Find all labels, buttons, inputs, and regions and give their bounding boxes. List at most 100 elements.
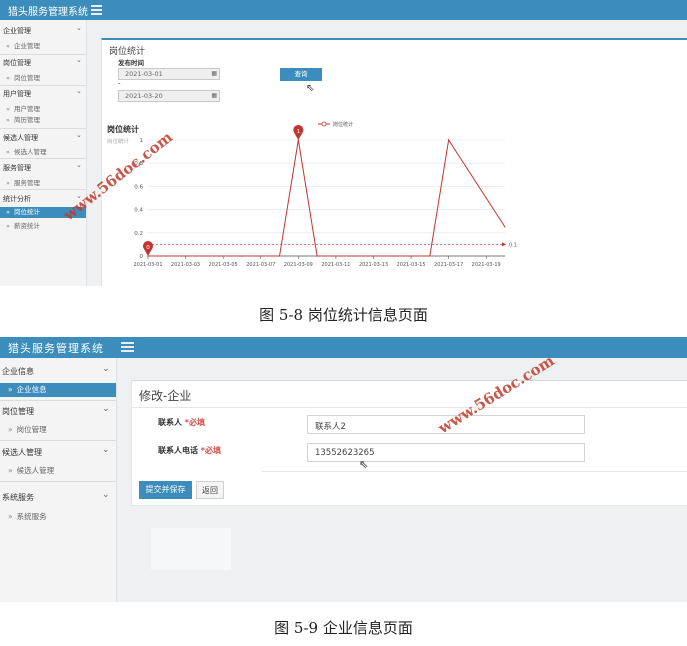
hamburger-icon[interactable] <box>91 5 102 17</box>
date-to-input[interactable]: 2021-03-20 ▦ <box>118 90 220 102</box>
sidebar-item-company-info[interactable]: » 企业信息 <box>0 383 116 397</box>
chevron-down-icon: ⌄ <box>76 131 82 139</box>
y-tick-label: 1 <box>140 138 144 144</box>
sidebar-item-resumes[interactable]: » 简历管理 <box>0 114 86 124</box>
back-button[interactable]: 返回 <box>196 481 224 499</box>
sidebar-group-label: 统计分析 <box>3 195 31 203</box>
x-tick-label: 2021-03-17 <box>434 262 463 268</box>
y-tick-label: 0.2 <box>134 231 143 237</box>
sidebar-item-label: 候选人管理 <box>13 148 47 156</box>
date-from-value: 2021-03-01 <box>125 70 163 78</box>
data-point <box>316 255 318 257</box>
main-content: 修改-企业 联系人 *必填 联系人2 联系人电话 *必填 13552623265… <box>117 358 687 602</box>
x-tick-label: 2021-03-03 <box>171 262 200 268</box>
data-point <box>466 168 469 170</box>
text-cursor-icon: ⇖ <box>359 458 369 471</box>
edit-panel: 修改-企业 联系人 *必填 联系人2 联系人电话 *必填 13552623265… <box>131 380 687 506</box>
chevron-down-icon: ⌄ <box>102 404 110 414</box>
date-from-input[interactable]: 2021-03-01 ▦ <box>118 68 220 80</box>
contact-label: 联系人 *必填 <box>158 417 205 428</box>
x-tick-label: 2021-03-13 <box>359 262 388 268</box>
y-tick-label: 0.6 <box>134 184 143 190</box>
sidebar-item-label: 候选人管理 <box>16 466 55 475</box>
data-point <box>222 255 224 257</box>
faded-content-area <box>151 528 231 570</box>
average-line-label: 0.1 <box>509 242 517 248</box>
data-point <box>448 139 450 141</box>
sidebar-item-candidates[interactable]: » 候选人管理 <box>0 464 116 478</box>
sidebar-item-jobs[interactable]: » 岗位管理 <box>0 423 116 437</box>
y-tick-label: 0.4 <box>134 208 143 214</box>
data-point <box>410 255 412 257</box>
contact-value: 联系人2 <box>315 422 346 432</box>
x-tick-label: 2021-03-05 <box>209 262 238 268</box>
sidebar-item-label: 系统服务 <box>16 512 47 521</box>
sidebar-group-jobs[interactable]: 岗位管理 ⌄ » 岗位管理 <box>0 54 86 86</box>
bullet-icon: » <box>6 116 10 124</box>
figure-caption-2: 图 5-9 企业信息页面 <box>274 619 413 637</box>
contact-label-text: 联系人 <box>158 418 182 427</box>
bullet-icon: » <box>6 179 10 187</box>
bullet-icon: » <box>6 105 10 113</box>
data-point <box>372 255 375 257</box>
date-to-value: 2021-03-20 <box>125 92 163 100</box>
max-marker-pin-label: 1 <box>297 129 301 135</box>
data-point <box>184 255 187 257</box>
query-button[interactable]: 查询 <box>280 68 322 81</box>
sidebar-item-services[interactable]: » 服务管理 <box>0 177 86 187</box>
data-point <box>335 255 337 257</box>
data-point <box>278 255 281 257</box>
title-divider <box>132 407 687 408</box>
sidebar-group-candidates[interactable]: 候选人管理 ⌄ » 候选人管理 <box>0 440 116 482</box>
bullet-icon: » <box>6 148 10 156</box>
chevron-down-icon: ⌄ <box>102 445 110 455</box>
sidebar-item-label: 服务管理 <box>13 179 40 187</box>
data-point <box>429 255 431 257</box>
chevron-down-icon: ⌄ <box>76 161 82 169</box>
bullet-icon: » <box>6 42 10 50</box>
sidebar-item-system[interactable]: » 系统服务 <box>0 510 116 524</box>
chevron-down-icon: ⌄ <box>76 87 82 95</box>
figure-caption-1: 图 5-8 岗位统计信息页面 <box>259 306 428 324</box>
sidebar-item-candidates[interactable]: » 候选人管理 <box>0 146 86 156</box>
x-tick-label: 2021-03-15 <box>397 262 426 268</box>
sidebar-group-candidates[interactable]: 候选人管理 ⌄ » 候选人管理 <box>0 128 86 159</box>
app-title: 猎头服务管理系统 <box>8 342 104 355</box>
screenshot-company-edit: 猎头服务管理系统 企业信息 ⌄ » 企业信息 岗位管理 ⌄ » 岗位管理 候选人管理… <box>0 337 687 602</box>
sidebar: 企业信息 ⌄ » 企业信息 岗位管理 ⌄ » 岗位管理 候选人管理 ⌄ » 候选人管理… <box>0 358 117 602</box>
sidebar-group-label: 用户管理 <box>3 90 31 98</box>
sidebar-item-company[interactable]: » 企业管理 <box>0 40 86 50</box>
data-point <box>391 255 393 257</box>
contact-phone-label-text: 联系人电话 <box>158 446 198 455</box>
sidebar-group-system[interactable]: 系统服务 ⌄ » 系统服务 <box>0 481 116 527</box>
sidebar-group-label: 服务管理 <box>3 164 31 172</box>
bullet-icon: » <box>8 425 13 434</box>
sidebar-group-services[interactable]: 服务管理 ⌄ » 服务管理 <box>0 158 86 190</box>
min-marker-pin-label: 0 <box>146 245 150 251</box>
chevron-down-icon: ⌄ <box>76 56 82 64</box>
sidebar-group-company[interactable]: 企业管理 ⌄ » 企业管理 <box>0 20 86 55</box>
sidebar-item-label: 薪资统计 <box>13 222 40 230</box>
sidebar-group-jobs[interactable]: 岗位管理 ⌄ » 岗位管理 <box>0 400 116 441</box>
filter-label: 发布时间 <box>118 59 144 67</box>
sidebar-group-label: 企业管理 <box>3 27 31 35</box>
hamburger-icon[interactable] <box>121 342 134 354</box>
sidebar-group-company-info[interactable]: 企业信息 ⌄ » 企业信息 <box>0 358 116 401</box>
x-tick-label: 2021-03-11 <box>321 262 350 268</box>
sidebar-item-jobs[interactable]: » 岗位管理 <box>0 72 86 82</box>
average-arrow-icon <box>502 242 506 247</box>
sidebar-item-users[interactable]: » 用户管理 <box>0 103 86 113</box>
contact-phone-value: 13552623265 <box>315 448 375 458</box>
submit-save-button[interactable]: 提交并保存 <box>139 481 192 499</box>
sidebar-group-users[interactable]: 用户管理 ⌄ » 用户管理 » 简历管理 <box>0 85 86 129</box>
contact-phone-input[interactable]: 13552623265 <box>307 443 585 462</box>
page-title: 岗位统计 <box>109 47 146 57</box>
bullet-icon: » <box>6 74 10 82</box>
x-tick-label: 2021-03-01 <box>133 262 162 268</box>
sidebar: 企业管理 ⌄ » 企业管理 岗位管理 ⌄ » 岗位管理 用户管理 ⌄ » 用户管理 »… <box>0 20 87 286</box>
bullet-icon: » <box>6 208 10 216</box>
sidebar-group-label: 企业信息 <box>2 367 34 376</box>
contact-phone-label: 联系人电话 *必填 <box>158 445 221 456</box>
app-title: 猎头服务管理系统 <box>8 7 88 18</box>
mouse-cursor-icon: ⇖ <box>306 83 315 94</box>
